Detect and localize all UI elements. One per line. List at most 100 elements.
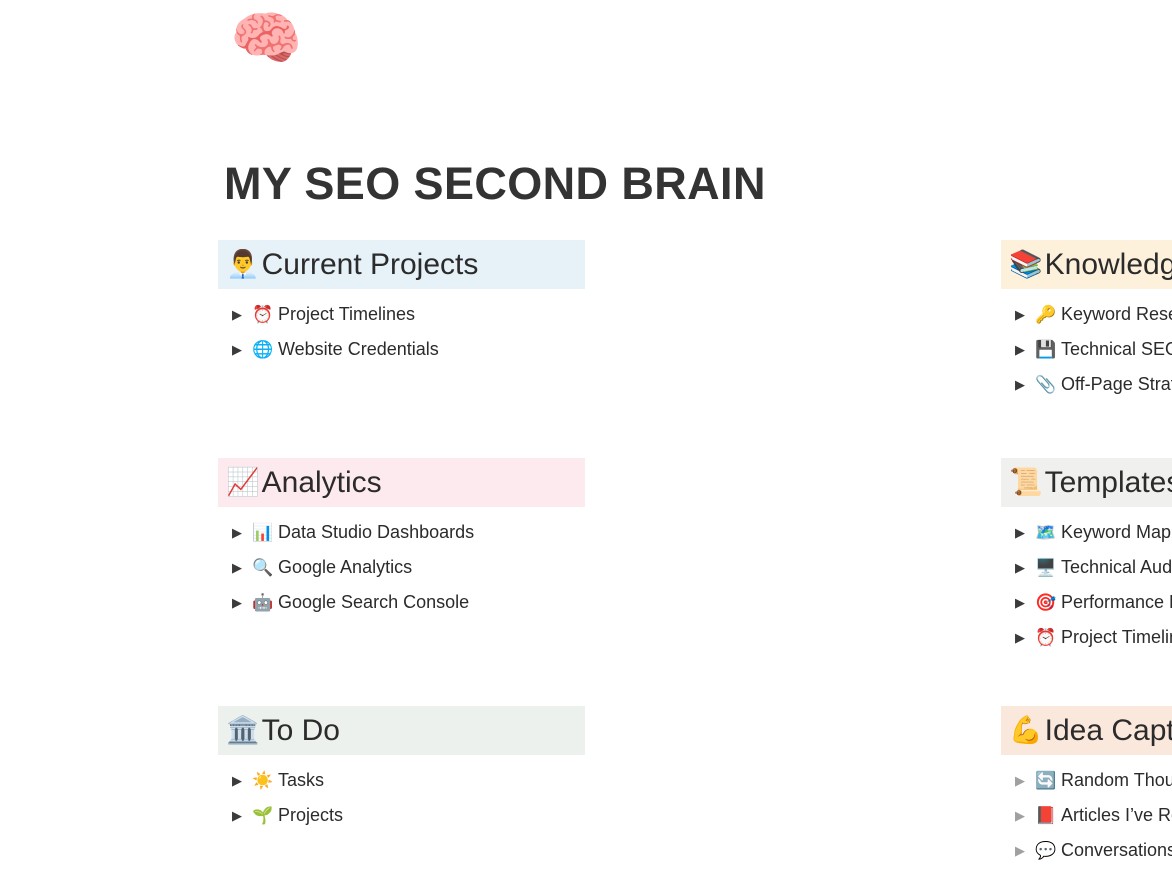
list-item[interactable]: ▶ 💾 Technical SEO [1001,332,1172,367]
list-item-label: Google Analytics [278,557,413,577]
list-item[interactable]: ▶ 🤖 Google Search Console [218,585,585,620]
books-icon: 📚 [1009,249,1043,279]
section-title-knowledge-hub: Knowledge Hub [1044,247,1172,281]
list-item-label: Tasks [278,770,325,790]
toggle-triangle-icon[interactable]: ▶ [1015,526,1035,539]
map-icon: 🗺️ [1035,523,1057,542]
alarm-clock-icon: ⏰ [1035,628,1057,647]
list-item[interactable]: ▶💬Conversations & Meeting Notes [1001,833,1172,868]
sun-icon: ☀️ [252,771,274,790]
list-item[interactable]: ▶🖥️Technical Audit Checklist [1001,550,1172,585]
page-title: MY SEO SECOND BRAIN [224,158,766,210]
toggle-triangle-icon[interactable]: ▶ [1015,308,1035,321]
section-header-knowledge-hub[interactable]: 📚Knowledge Hub [1001,240,1172,289]
item-list-to-do: ▶ ☀️ Tasks ▶ 🌱 Projects [218,755,585,876]
seedling-icon: 🌱 [252,806,274,825]
toggle-triangle-icon[interactable]: ▶ [232,308,252,321]
item-list-current-projects: ▶ ⏰ Project Timelines ▶ 🌐 Website Credentials [218,289,585,410]
paperclip-icon: 📎 [1035,375,1057,394]
section-title-analytics: Analytics [261,465,382,499]
column-left-2: 📈 Analytics ▶ 📊 Data Studio Dashboards ▶ 🔍 Goog… [0,458,585,663]
toggle-triangle-icon[interactable]: ▶ [232,809,252,822]
list-item[interactable]: ▶🔄Random Thoughts [1001,763,1172,798]
section-header-analytics[interactable]: 📈 Analytics [218,458,585,507]
list-item[interactable]: ▶ 🔍 Google Analytics [218,550,585,585]
toggle-triangle-icon[interactable]: ▶ [232,343,252,356]
toggle-triangle-icon[interactable]: ▶ [232,774,252,787]
sections-grid: 👨‍💼 Current Projects ▶ ⏰ Project Timelines ▶ 🌐… [0,240,1172,876]
alarm-clock-icon: ⏰ [252,305,274,324]
row-spacer [0,410,1172,458]
list-item[interactable]: ▶📕Articles I’ve Read [1001,798,1172,833]
list-item[interactable]: ▶⏰Project Timeline [1001,620,1172,655]
closed-book-icon: 📕 [1035,806,1057,825]
list-item[interactable]: ▶ ☀️ Tasks [218,763,585,798]
target-icon: 🎯 [1035,593,1057,612]
list-item[interactable]: ▶📎Off-Page Strategy [1001,367,1172,402]
toggle-triangle-icon[interactable]: ▶ [1015,596,1035,609]
list-item-label: Conversations & Meeting Notes [1061,840,1172,860]
notion-dashboard-page: 🧠 MY SEO SECOND BRAIN 👨‍💼 Current Project… [0,0,1172,895]
sections-row-1: 👨‍💼 Current Projects ▶ ⏰ Project Timelines ▶ 🌐… [0,240,1172,410]
toggle-triangle-icon[interactable]: ▶ [1015,378,1035,391]
item-list-idea-capturing: ▶🔄Random Thoughts▶📕Articles I’ve Read▶💬C… [1001,755,1172,876]
toggle-triangle-icon[interactable]: ▶ [232,526,252,539]
list-item[interactable]: ▶🗺️Keyword Mapping [1001,515,1172,550]
list-item-label: Technical Audit Checklist [1061,557,1172,577]
toggle-triangle-icon[interactable]: ▶ [232,561,252,574]
floppy-disk-icon: 💾 [1035,340,1057,359]
globe-icon: 🌐 [252,340,274,359]
list-item[interactable]: ▶ 🌐 Website Credentials [218,332,585,367]
sections-row-2: 📈 Analytics ▶ 📊 Data Studio Dashboards ▶ 🔍 Goog… [0,458,1172,663]
section-knowledge-hub: 📚Knowledge Hub▶🔑Keyword Research▶💾Techni… [1001,240,1172,410]
list-item-label: Keyword Mapping [1061,522,1172,542]
list-item-label: Project Timeline [1061,627,1172,647]
toggle-triangle-icon[interactable]: ▶ [1015,561,1035,574]
section-current-projects: 👨‍💼 Current Projects ▶ ⏰ Project Timelines ▶ 🌐… [218,240,585,410]
list-item-label: Technical SEO [1061,339,1172,359]
section-idea-capturing: 💪Idea Capturing▶🔄Random Thoughts▶📕Articl… [1001,706,1172,876]
list-item-label: Articles I’ve Read [1061,805,1172,825]
desktop-computer-icon: 🖥️ [1035,558,1057,577]
list-item[interactable]: ▶ 📊 Data Studio Dashboards [218,515,585,550]
toggle-triangle-icon[interactable]: ▶ [1015,631,1035,644]
list-item-label: Project Timelines [278,304,416,324]
sections-row-3: 🏛️To Do▶☀️Tasks▶🌱Projects 💪Idea Capturin… [0,706,1172,876]
list-item[interactable]: ▶🎯Performance Reports [1001,585,1172,620]
flexed-biceps-icon: 💪 [1009,715,1043,745]
section-templates: 📜Templates▶🗺️Keyword Mapping▶🖥️Technical… [1001,458,1172,663]
section-header-current-projects[interactable]: 👨‍💼 Current Projects [218,240,585,289]
brain-icon: 🧠 [230,6,303,71]
magnifying-glass-icon: 🔍 [252,558,274,577]
refresh-icon: 🔄 [1035,771,1057,790]
toggle-triangle-icon[interactable]: ▶ [1015,809,1035,822]
list-item-label: Google Search Console [278,592,470,612]
list-item-label: Website Credentials [278,339,439,359]
section-analytics: 📈 Analytics ▶ 📊 Data Studio Dashboards ▶ 🔍 Goog… [218,458,585,628]
key-icon: 🔑 [1035,305,1057,324]
section-header-idea-capturing[interactable]: 💪Idea Capturing [1001,706,1172,755]
toggle-triangle-icon[interactable]: ▶ [1015,774,1035,787]
chart-increasing-icon: 📈 [226,467,260,497]
toggle-triangle-icon[interactable]: ▶ [1015,844,1035,857]
list-item-label: Keyword Research [1061,304,1172,324]
list-item[interactable]: ▶🔑Keyword Research [1001,297,1172,332]
item-list-templates: ▶🗺️Keyword Mapping▶🖥️Technical Audit Che… [1001,507,1172,663]
list-item[interactable]: ▶ 🌱 Projects [218,798,585,833]
column-left-3: 🏛️ To Do ▶ ☀️ Tasks ▶ 🌱 Projects [0,706,585,876]
column-right-2: 📜Templates▶🗺️Keyword Mapping▶🖥️Technical… [585,458,1172,663]
section-header-to-do[interactable]: 🏛️ To Do [218,706,585,755]
list-item-label: Off-Page Strategy [1061,374,1172,394]
section-header-templates[interactable]: 📜 Templates [1001,458,1172,507]
toggle-triangle-icon[interactable]: ▶ [232,596,252,609]
classical-building-icon: 🏛️ [226,715,260,745]
toggle-triangle-icon[interactable]: ▶ [1015,343,1035,356]
column-left-1: 👨‍💼 Current Projects ▶ ⏰ Project Timelines ▶ 🌐… [0,240,585,410]
bar-chart-icon: 📊 [252,523,274,542]
section-title-idea-capturing: Idea Capturing [1044,713,1172,747]
item-list-knowledge-hub: ▶🔑Keyword Research▶💾Technical SEO▶📎Off-P… [1001,289,1172,410]
row-spacer [0,663,1172,706]
column-right-3: 💪Idea Capturing▶🔄Random Thoughts▶📕Articl… [585,706,1172,876]
list-item[interactable]: ▶ ⏰ Project Timelines [218,297,585,332]
section-to-do: 🏛️ To Do ▶ ☀️ Tasks ▶ 🌱 Projects [218,706,585,876]
